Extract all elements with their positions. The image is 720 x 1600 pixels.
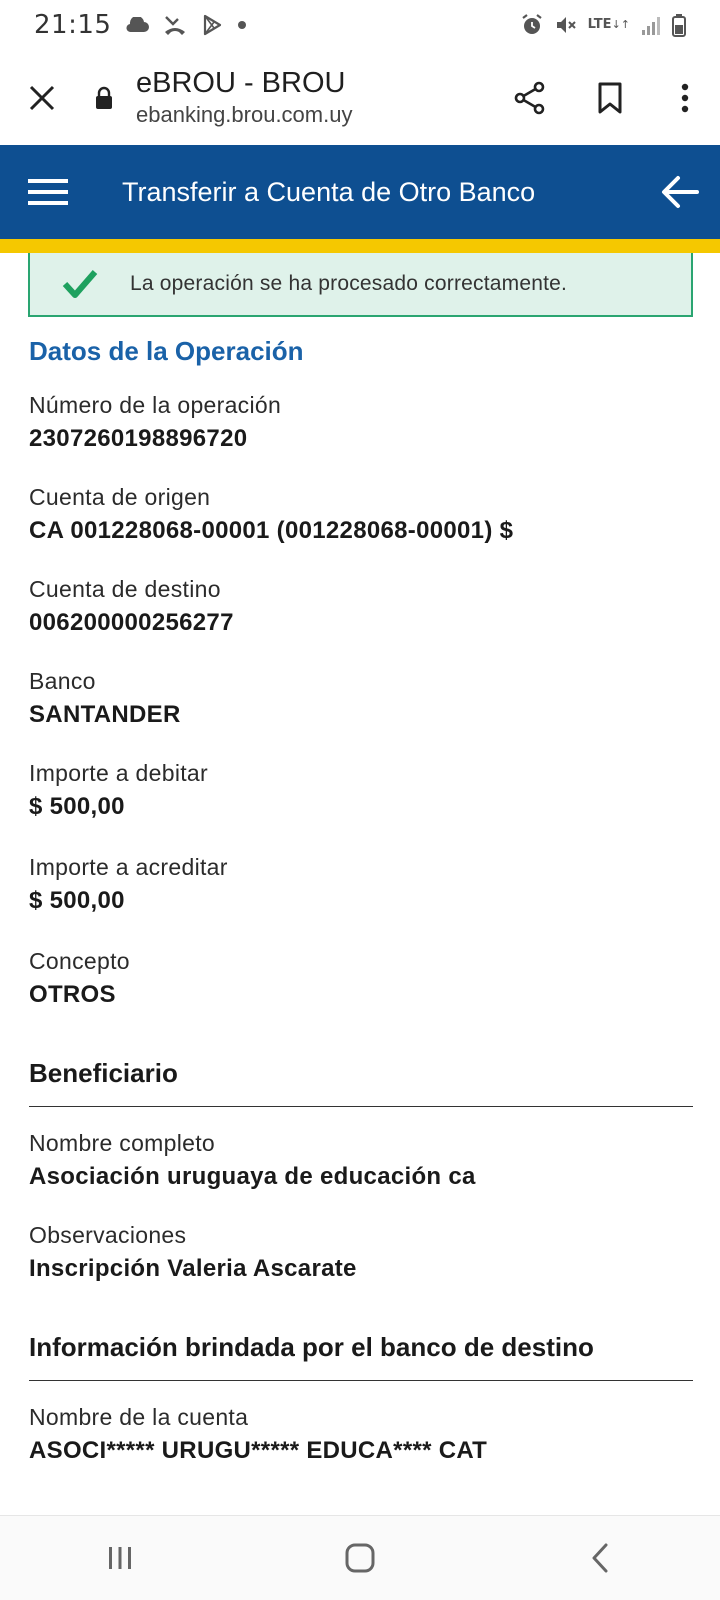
success-message: La operación se ha procesado correctamen…: [130, 272, 568, 295]
field-value: OTROS: [29, 981, 116, 1008]
share-icon[interactable]: [490, 50, 570, 145]
success-alert: La operación se ha procesado correctamen…: [28, 253, 693, 317]
bookmark-icon[interactable]: [570, 50, 650, 145]
field-observations: Observaciones Inscripción Valeria Ascara…: [29, 1222, 693, 1283]
close-icon[interactable]: [0, 50, 84, 145]
field-label: Cuenta de origen: [29, 484, 211, 510]
field-label: Concepto: [29, 948, 130, 974]
field-label: Nombre de la cuenta: [29, 1404, 249, 1430]
battery-icon: [672, 13, 686, 37]
field-value: ASOCI***** URUGU***** EDUCA**** CAT: [29, 1437, 488, 1464]
field-label: Importe a debitar: [29, 760, 208, 786]
field-label: Nombre completo: [29, 1130, 216, 1156]
back-nav-icon[interactable]: [540, 1516, 660, 1600]
field-bank: Banco SANTANDER: [29, 668, 693, 729]
field-label: Banco: [29, 668, 96, 694]
field-account-name: Nombre de la cuenta ASOCI***** URUGU****…: [29, 1404, 693, 1465]
check-icon: [30, 269, 130, 299]
page-url: ebanking.brou.com.uy: [136, 101, 353, 127]
missed-call-icon: [163, 14, 187, 36]
divider: [29, 1380, 693, 1381]
alarm-icon: [520, 13, 544, 37]
section-title-operation: Datos de la Operación: [29, 336, 304, 366]
field-value: $ 500,00: [29, 793, 125, 820]
status-time: 21:15: [34, 10, 112, 40]
section-title-beneficiary: Beneficiario: [29, 1058, 178, 1088]
system-navbar: [0, 1515, 720, 1600]
field-origin-account: Cuenta de origen CA 001228068-00001 (001…: [29, 484, 693, 545]
hamburger-menu-icon[interactable]: [0, 145, 96, 239]
field-concept: Concepto OTROS: [29, 948, 693, 1009]
field-label: Número de la operación: [29, 392, 282, 418]
field-value: SANTANDER: [29, 701, 181, 728]
browser-toolbar: eBROU - BROU ebanking.brou.com.uy: [0, 50, 720, 145]
address-bar[interactable]: eBROU - BROU ebanking.brou.com.uy: [136, 66, 490, 130]
field-debit-amount: Importe a debitar $ 500,00: [29, 760, 693, 821]
header-title: Transferir a Cuenta de Otro Banco: [122, 176, 536, 207]
field-label: Observaciones: [29, 1222, 187, 1248]
field-value: $ 500,00: [29, 887, 125, 914]
more-vert-icon[interactable]: [650, 50, 720, 145]
mute-icon: [554, 13, 578, 37]
recent-apps-icon[interactable]: [60, 1516, 180, 1600]
network-type: LTE: [587, 17, 612, 32]
field-value: 2307260198896720: [29, 425, 248, 452]
accent-bar: [0, 239, 720, 253]
cloud-icon: [125, 17, 150, 33]
field-full-name: Nombre completo Asociación uruguaya de e…: [29, 1130, 693, 1191]
field-value: Asociación uruguaya de educación ca: [29, 1163, 476, 1190]
dot-icon: [237, 20, 247, 30]
signal-icon: [640, 14, 662, 36]
lte-indicator: LTE ↓↑: [587, 17, 630, 32]
field-credit-amount: Importe a acreditar $ 500,00: [29, 854, 693, 915]
field-value: Inscripción Valeria Ascarate: [29, 1255, 357, 1282]
page-title: eBROU - BROU: [136, 66, 346, 99]
field-value: CA 001228068-00001 (001228068-00001) $: [29, 517, 514, 544]
lock-icon[interactable]: [84, 86, 124, 110]
app-header: Transferir a Cuenta de Otro Banco: [0, 145, 720, 239]
back-arrow-icon[interactable]: [640, 145, 720, 239]
field-destination-account: Cuenta de destino 006200000256277: [29, 576, 693, 637]
field-value: 006200000256277: [29, 609, 234, 636]
status-bar: 21:15 LTE ↓↑: [0, 0, 720, 50]
field-label: Cuenta de destino: [29, 576, 221, 602]
section-title-destination-bank: Información brindada por el banco de des…: [29, 1332, 594, 1362]
divider: [29, 1106, 693, 1107]
home-icon[interactable]: [300, 1516, 420, 1600]
play-store-icon: [201, 14, 223, 36]
field-operation-number: Número de la operación 2307260198896720: [29, 392, 693, 453]
field-label: Importe a acreditar: [29, 854, 228, 880]
